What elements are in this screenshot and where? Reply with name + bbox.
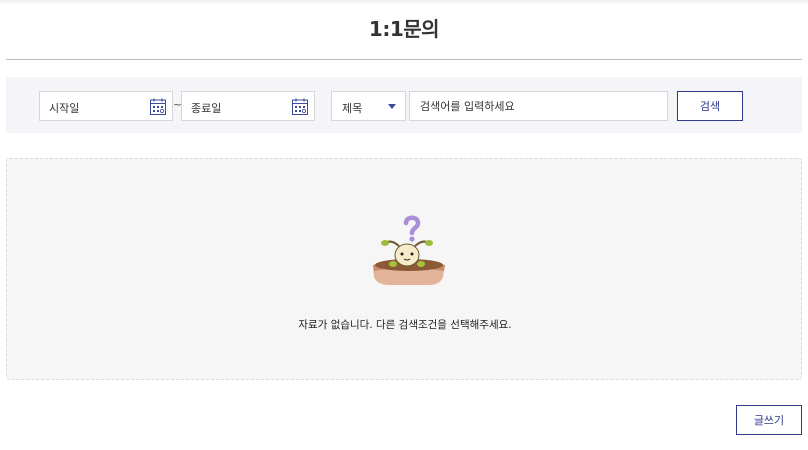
empty-message: 자료가 없습니다. 다른 검색조건을 선택해주세요. <box>298 319 512 331</box>
start-date-placeholder: 시작일 <box>49 102 80 115</box>
search-bar: 시작일 ~ 종료일 제목 검색어를 입력하세요 검색 <box>6 77 802 133</box>
search-field-select-value: 제목 <box>342 102 363 115</box>
title-divider <box>6 59 802 60</box>
top-shadow <box>0 0 808 5</box>
page-title: 1:1문의 <box>368 17 440 41</box>
end-date-field[interactable]: 종료일 <box>181 91 315 121</box>
write-button[interactable]: 글쓰기 <box>736 405 802 435</box>
mascot-illustration <box>373 215 445 285</box>
end-date-placeholder: 종료일 <box>191 102 222 115</box>
search-field-select[interactable]: 제목 <box>331 91 406 121</box>
search-input[interactable] <box>409 91 668 121</box>
empty-state-panel: 자료가 없습니다. 다른 검색조건을 선택해주세요. <box>6 158 802 380</box>
calendar-icon[interactable] <box>150 98 166 115</box>
start-date-field[interactable]: 시작일 <box>39 91 173 121</box>
search-button[interactable]: 검색 <box>677 91 743 121</box>
calendar-icon[interactable] <box>292 98 308 115</box>
chevron-down-icon <box>388 104 396 109</box>
